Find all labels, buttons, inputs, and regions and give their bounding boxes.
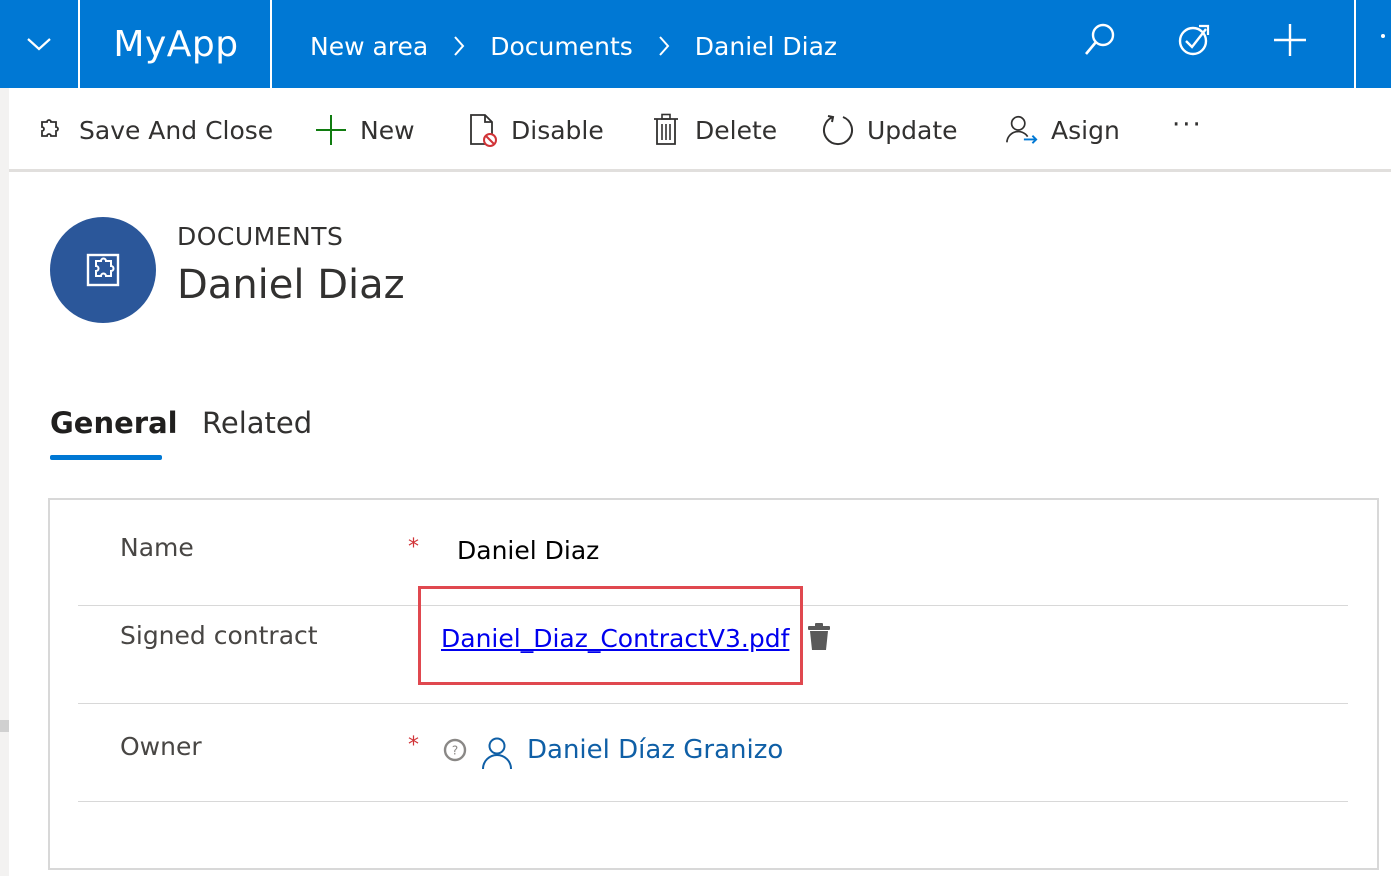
- app-title[interactable]: MyApp: [82, 0, 272, 88]
- remove-file-button[interactable]: [806, 622, 832, 652]
- required-indicator: *: [408, 733, 419, 758]
- site-map-toggle-button[interactable]: [0, 0, 80, 88]
- assign-icon: [1005, 113, 1039, 147]
- chevron-down-icon: [27, 38, 51, 51]
- divider: [1354, 0, 1356, 88]
- trash-icon: [808, 623, 830, 650]
- tab-general[interactable]: General: [50, 406, 178, 440]
- trash-icon: [649, 113, 683, 147]
- gutter-mark: [0, 720, 9, 732]
- tab-related[interactable]: Related: [202, 406, 312, 440]
- name-field-label: Name: [120, 533, 194, 562]
- help-icon[interactable]: ?: [443, 738, 467, 762]
- quick-create-button[interactable]: [1270, 18, 1310, 62]
- plus-icon: [1274, 24, 1306, 56]
- name-field-input[interactable]: Daniel Diaz: [457, 536, 599, 565]
- task-icon: [1178, 24, 1210, 56]
- entity-type-label: DOCUMENTS: [177, 222, 344, 251]
- active-tab-indicator: [50, 455, 162, 460]
- save-close-icon: [33, 113, 67, 147]
- assign-label: Asign: [1051, 115, 1120, 145]
- delete-label: Delete: [695, 115, 778, 145]
- search-button[interactable]: [1080, 18, 1120, 62]
- plus-icon: [314, 113, 348, 147]
- update-label: Update: [867, 115, 958, 145]
- puzzle-icon: [86, 253, 120, 287]
- disable-button[interactable]: Disable: [465, 110, 604, 150]
- search-icon: [1085, 23, 1115, 55]
- left-gutter: [0, 88, 9, 876]
- update-button[interactable]: Update: [821, 110, 958, 150]
- row-divider: [78, 703, 1348, 704]
- breadcrumb-record[interactable]: Daniel Diaz: [695, 32, 837, 61]
- owner-field-label: Owner: [120, 732, 202, 761]
- assign-button[interactable]: Asign: [1005, 110, 1120, 150]
- svg-text:?: ?: [452, 744, 458, 758]
- disable-icon: [465, 113, 499, 147]
- required-indicator: *: [408, 535, 419, 560]
- task-flow-button[interactable]: [1174, 18, 1214, 62]
- chevron-right-icon: [452, 34, 466, 58]
- breadcrumb-entity[interactable]: Documents: [490, 32, 633, 61]
- new-label: New: [360, 115, 415, 145]
- user-icon: [481, 736, 513, 770]
- refresh-icon: [821, 113, 855, 147]
- owner-lookup-link[interactable]: Daniel Díaz Granizo: [527, 735, 783, 765]
- chevron-right-icon: [657, 34, 671, 58]
- disable-label: Disable: [511, 115, 604, 145]
- save-and-close-label: Save And Close: [79, 115, 274, 145]
- row-divider: [78, 801, 1348, 802]
- breadcrumb: New area Documents Daniel Diaz: [310, 0, 837, 92]
- breadcrumb-area[interactable]: New area: [310, 32, 428, 61]
- top-navigation-bar: MyApp New area Documents Daniel Diaz: [0, 0, 1391, 88]
- record-title: Daniel Diaz: [177, 262, 405, 308]
- overflow-dot[interactable]: [1381, 34, 1385, 38]
- save-and-close-button[interactable]: Save And Close: [33, 110, 273, 150]
- more-commands-button[interactable]: ···: [1172, 110, 1203, 150]
- highlight-box: [418, 586, 803, 685]
- entity-avatar: [50, 217, 156, 323]
- signed-contract-label: Signed contract: [120, 621, 318, 650]
- delete-button[interactable]: Delete: [649, 110, 777, 150]
- new-button[interactable]: New: [314, 110, 415, 150]
